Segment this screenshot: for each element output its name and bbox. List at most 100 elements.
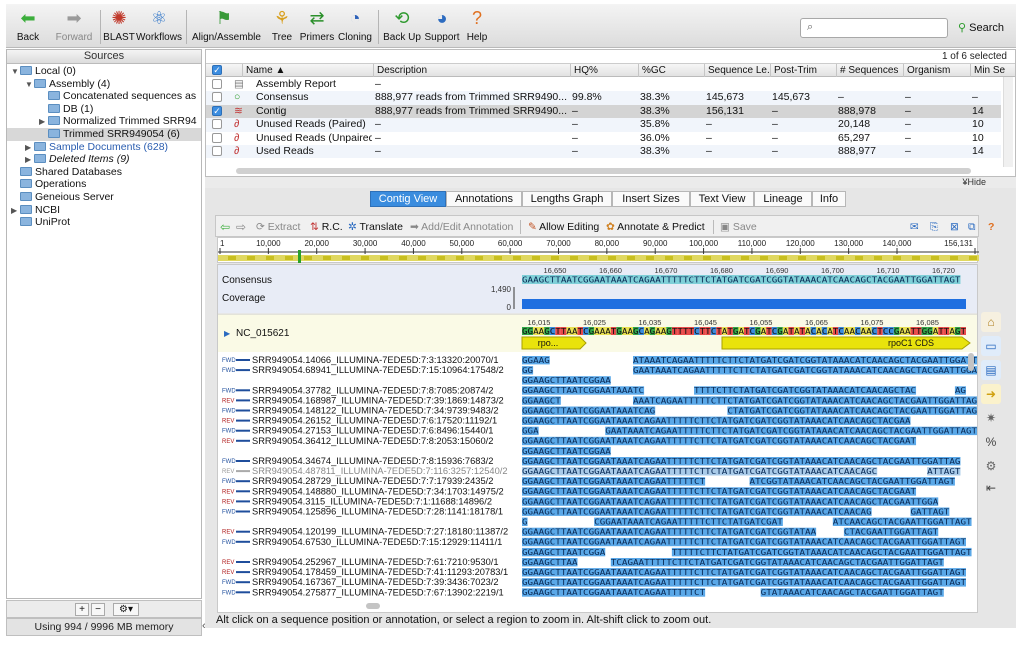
column-header[interactable]: Post-Trim [770,64,835,77]
settings-icon[interactable]: ✷ [981,408,1001,428]
vertical-scrollbar[interactable] [1003,77,1013,167]
collapse-triangle-icon[interactable]: ▶ [11,204,20,217]
tree-button[interactable]: ⚘ Tree [268,4,296,48]
source-tree-item[interactable]: ▶ Deleted Items (9) [7,153,201,166]
email-icon[interactable]: ✉ [910,219,919,235]
translate-button[interactable]: ✲ Translate [348,219,403,235]
document-row[interactable]: ▤ Assembly Report – [206,78,1001,91]
collapse-triangle-icon[interactable]: ▶ [25,153,34,166]
align-assemble-button[interactable]: ⚑ Align/Assemble [192,4,261,48]
add-folder-button[interactable]: + [75,603,89,616]
gear-icon[interactable]: ⚙ [981,456,1001,476]
select-all-checkbox[interactable]: ✓ [212,65,222,75]
annotations-icon[interactable]: ➜ [981,384,1001,404]
gear-menu-button[interactable]: ⚙▾ [113,603,139,616]
tab-lineage[interactable]: Lineage [754,191,812,207]
source-tree-item[interactable]: ▼ Assembly (4) [7,78,201,91]
consensus-position-label: 16,720 [932,266,955,275]
nav-forward-icon[interactable]: ⇨ [236,219,246,235]
source-tree-item[interactable]: Geneious Server [7,191,201,204]
contig-view[interactable]: Consensus Coverage 1,490 0 16,650 16,660 16,67… [217,264,978,613]
source-tree-item[interactable]: ▼ Local (0) [7,65,201,78]
annotate-predict-button[interactable]: ✿ Annotate & Predict [606,219,705,235]
row-checkbox[interactable] [212,132,222,143]
sequence-ruler[interactable]: 1 10,000 20,000 30,000 40,000 50,000 60,000 70,… [217,237,979,263]
remove-folder-button[interactable]: − [91,603,105,616]
back-button[interactable]: ⬅ Back [8,4,48,48]
source-tree-item[interactable]: UniProt [7,216,201,229]
nav-back-icon[interactable]: ⇦ [220,219,230,235]
row-checkbox[interactable]: ✓ [212,105,222,116]
support-button[interactable]: ◕ Support [424,4,460,48]
alignment-hscrollbar[interactable] [366,603,380,609]
source-tree-item[interactable]: Shared Databases [7,166,201,179]
search-input[interactable]: ⌕ [800,18,948,38]
graphs-icon[interactable]: ▤ [981,360,1001,380]
column-header[interactable]: Min Se [970,64,1015,77]
extract-button[interactable]: ⟳ Extract [256,219,300,235]
tab-contig-view[interactable]: Contig View [370,191,446,207]
source-tree-item[interactable]: Operations [7,178,201,191]
tab-lengths-graph[interactable]: Lengths Graph [522,191,612,207]
viewer-help-icon[interactable]: ? [988,219,994,235]
backup-button[interactable]: ⟲ Back Up [382,4,422,48]
save-button[interactable]: ▣ Save [720,219,757,235]
display-icon[interactable]: ▭ [981,336,1001,356]
source-tree-item[interactable]: Concatenated sequences as [7,90,201,103]
hide-button[interactable]: ¥Hide [962,177,986,187]
tab-annotations[interactable]: Annotations [446,191,522,207]
expand-triangle-icon[interactable]: ▼ [11,65,20,78]
source-tree-item[interactable]: ▶ NCBI [7,204,201,217]
toolbar-divider [100,10,101,44]
ruler-view-marker[interactable] [298,250,301,263]
workflows-button[interactable]: ⚛ Workflows [136,4,182,48]
row-checkbox[interactable] [212,119,222,130]
split-view-icon[interactable]: ⊠ [950,219,959,235]
statistics-icon[interactable]: % [981,432,1001,452]
column-header[interactable]: Description [373,64,569,77]
collapse-triangle-icon[interactable]: ▶ [25,141,34,154]
column-header[interactable]: Organism [903,64,969,77]
column-header[interactable]: # Sequences [836,64,902,77]
coverage-max-label: 1,490 [491,285,512,294]
source-tree-item[interactable]: DB (1) [7,103,201,116]
primers-button[interactable]: ⇄ Primers [298,4,336,48]
source-tree-item[interactable]: ▶ Normalized Trimmed SRR94 [7,115,201,128]
cloning-button[interactable]: ◔ Cloning [336,4,374,48]
column-header[interactable]: %GC [638,64,703,77]
row-checkbox[interactable] [212,79,222,89]
row-checkbox[interactable] [212,92,222,103]
source-tree-item[interactable]: ▶ Sample Documents (628) [7,141,201,154]
allow-editing-button[interactable]: ✎ Allow Editing [528,219,599,235]
column-header[interactable]: Name ▲ [242,64,372,77]
document-row[interactable]: ∂ Used Reads – –38.3% – –888,977–14 [206,145,1001,159]
home-icon[interactable]: ⌂ [981,312,1001,332]
blast-button[interactable]: ✺ BLAST [102,4,136,48]
tab-text-view[interactable]: Text View [690,191,754,207]
export-icon[interactable]: ⎘ [930,219,938,235]
alignment-scrollbar[interactable] [968,353,974,371]
horizontal-scrollbar[interactable] [236,168,971,174]
source-tree-item[interactable]: Trimmed SRR949054 (6) [7,128,201,141]
column-header[interactable]: HQ% [570,64,637,77]
ruler-tick-label: 156,131 [944,239,973,248]
column-header[interactable]: Sequence Le... [704,64,769,77]
document-row[interactable]: ✓ ≋ Contig 888,977 reads from Trimmed SRR94… [206,104,1001,119]
add-edit-annotation-button[interactable]: ➡ Add/Edit Annotation [410,219,513,235]
reverse-complement-button[interactable]: ⇅ R.C. [310,219,343,235]
collapse-triangle-icon[interactable]: ▶ [39,115,48,128]
tab-info[interactable]: Info [812,191,846,207]
forward-button[interactable]: ➡ Forward [52,4,96,48]
document-name: Used Reads [256,145,314,157]
ruler-annotation-block [684,256,692,260]
document-row[interactable]: ∂ Unused Reads (Paired) – –35.8% – –20,148–10 [206,118,1001,132]
collapse-panel-icon[interactable]: ⇤ [981,478,1001,498]
document-row[interactable]: ○ Consensus 888,977 reads from Trimmed SRR… [206,91,1001,105]
search-button[interactable]: ⚲ Search [958,17,1014,39]
help-button[interactable]: ? Help [462,4,492,48]
tab-insert-sizes[interactable]: Insert Sizes [612,191,690,207]
row-checkbox[interactable] [212,146,222,156]
document-row[interactable]: ∂ Unused Reads (Unpaired) – –36.0% – –65,297–… [206,132,1001,145]
expand-triangle-icon[interactable]: ▼ [25,78,34,91]
new-window-icon[interactable]: ⧉ [968,219,976,235]
